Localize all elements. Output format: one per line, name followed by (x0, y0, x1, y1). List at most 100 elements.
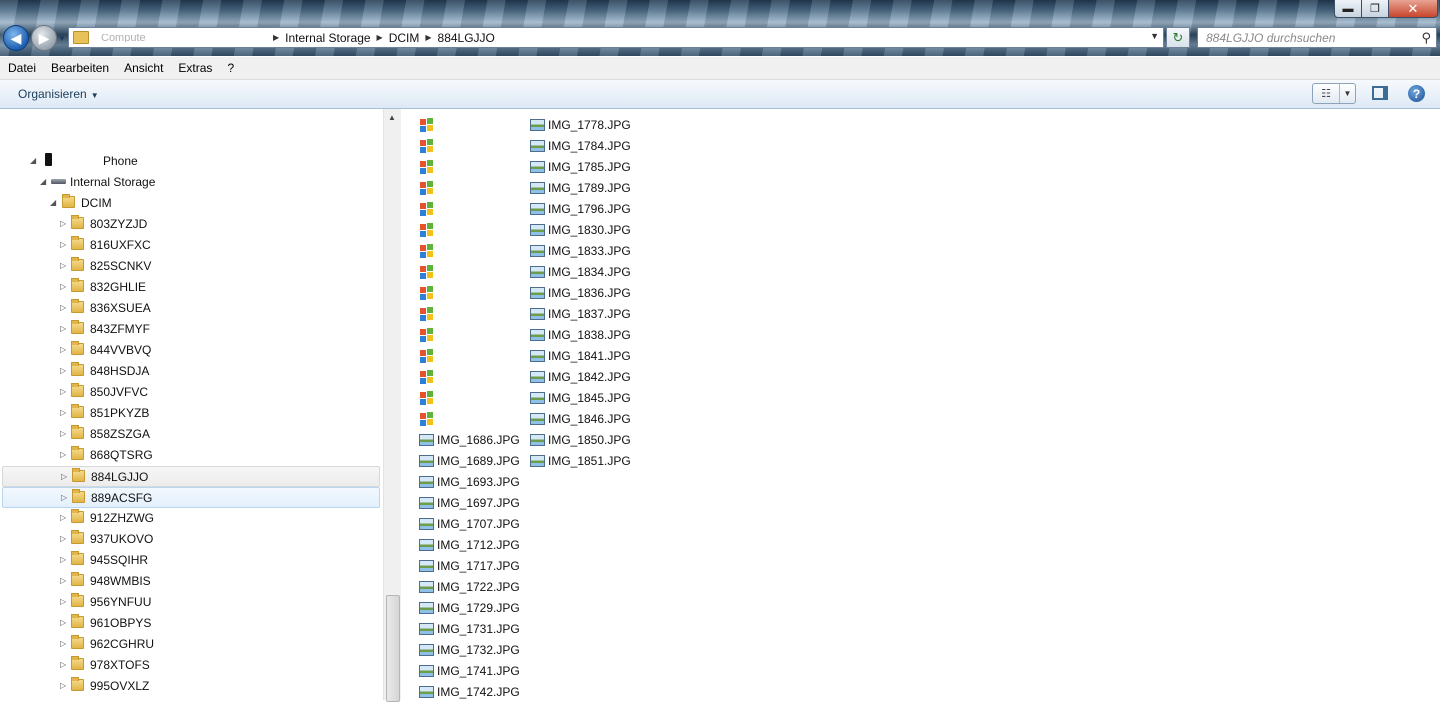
breadcrumb-current-folder[interactable]: 884LGJJO (434, 31, 499, 45)
tree-item-dcim[interactable]: ◢ DCIM (0, 193, 380, 214)
file-item[interactable]: IMG_1732.JPG (419, 640, 520, 659)
tree-collapsed-arrow-icon[interactable]: ▷ (60, 660, 66, 669)
back-button[interactable]: ◀ (3, 25, 29, 51)
scrollbar-thumb[interactable] (386, 595, 400, 702)
file-item-unnamed[interactable] (418, 388, 434, 407)
menu-bearbeiten[interactable]: Bearbeiten (43, 61, 116, 75)
tree-collapsed-arrow-icon[interactable]: ▷ (60, 261, 66, 270)
breadcrumb-separator-icon[interactable]: ▶ (423, 33, 433, 42)
menu-datei[interactable]: Datei (0, 61, 43, 75)
tree-item-hidden[interactable] (0, 109, 380, 130)
tree-collapsed-arrow-icon[interactable]: ▷ (60, 366, 66, 375)
tree-expanded-arrow-icon[interactable]: ◢ (40, 177, 46, 186)
tree-item-folder[interactable]: ▷ 912ZHZWG (0, 508, 380, 529)
file-item-unnamed[interactable] (418, 367, 434, 386)
tree-collapsed-arrow-icon[interactable]: ▷ (60, 345, 66, 354)
file-item[interactable]: IMG_1789.JPG (530, 178, 631, 197)
file-item[interactable]: IMG_1784.JPG (530, 136, 631, 155)
file-item[interactable]: IMG_1830.JPG (530, 220, 631, 239)
menu-extras[interactable]: Extras (170, 61, 219, 75)
tree-item-folder[interactable]: ▷ 850JVFVC (0, 382, 380, 403)
menu-help[interactable]: ? (219, 61, 241, 75)
search-icon[interactable]: ⚲ (1421, 30, 1431, 46)
forward-button[interactable]: ▶ (31, 25, 57, 51)
file-item[interactable]: IMG_1722.JPG (419, 577, 520, 596)
address-bar[interactable]: Compute ▶ Internal Storage ▶ DCIM ▶ 884L… (68, 27, 1164, 48)
file-item-unnamed[interactable] (418, 241, 434, 260)
breadcrumb-separator-icon[interactable]: ▶ (271, 33, 281, 42)
tree-item-folder[interactable]: ▷ 978XTOFS (0, 655, 380, 676)
file-item[interactable]: IMG_1693.JPG (419, 472, 520, 491)
tree-collapsed-arrow-icon[interactable]: ▷ (60, 282, 66, 291)
file-item-unnamed[interactable] (418, 283, 434, 302)
file-item[interactable]: IMG_1729.JPG (419, 598, 520, 617)
tree-collapsed-arrow-icon[interactable]: ▷ (60, 597, 66, 606)
tree-item-folder[interactable]: ▷ 948WMBIS (0, 571, 380, 592)
file-item[interactable]: IMG_1838.JPG (530, 325, 631, 344)
tree-item-folder[interactable]: ▷ 825SCNKV (0, 256, 380, 277)
navigation-pane[interactable]: ◢ Phone ◢ Internal Storage ◢ DCIM ▷ 803ZY… (0, 109, 383, 700)
file-item[interactable]: IMG_1686.JPG (419, 430, 520, 449)
search-input[interactable] (1204, 29, 1418, 46)
tree-collapsed-arrow-icon[interactable]: ▷ (60, 408, 66, 417)
breadcrumb-dcim[interactable]: DCIM (385, 31, 424, 45)
tree-collapsed-arrow-icon[interactable]: ▷ (60, 240, 66, 249)
tree-collapsed-arrow-icon[interactable]: ▷ (60, 534, 66, 543)
tree-item-folder[interactable]: ▷ 962CGHRU (0, 634, 380, 655)
file-item[interactable]: IMG_1712.JPG (419, 535, 520, 554)
tree-item-folder[interactable]: ▷ 832GHLIE (0, 277, 380, 298)
refresh-button[interactable]: ↻ (1166, 27, 1190, 48)
tree-collapsed-arrow-icon[interactable]: ▷ (60, 450, 66, 459)
tree-item-folder[interactable]: ▷ 956YNFUU (0, 592, 380, 613)
file-item-unnamed[interactable] (418, 346, 434, 365)
tree-item-folder[interactable]: ▷ 858ZSZGA (0, 424, 380, 445)
file-item[interactable]: IMG_1778.JPG (530, 115, 631, 134)
file-list-pane[interactable]: IMG_1686.JPG IMG_1689.JPG IMG_1693.JPG IMG_… (401, 109, 1440, 700)
tree-item-folder[interactable]: ▷ 816UXFXC (0, 235, 380, 256)
file-item-unnamed[interactable] (418, 409, 434, 428)
file-item[interactable]: IMG_1846.JPG (530, 409, 631, 428)
tree-collapsed-arrow-icon[interactable]: ▷ (60, 324, 66, 333)
tree-collapsed-arrow-icon[interactable]: ▷ (60, 303, 66, 312)
file-item[interactable]: IMG_1841.JPG (530, 346, 631, 365)
search-box[interactable]: ⚲ (1197, 27, 1437, 48)
file-item-unnamed[interactable] (418, 262, 434, 281)
tree-item-internal-storage[interactable]: ◢ Internal Storage (0, 172, 380, 193)
file-item-unnamed[interactable] (418, 157, 434, 176)
file-item[interactable]: IMG_1837.JPG (530, 304, 631, 323)
view-list-icon[interactable]: ☷ (1313, 84, 1340, 103)
tree-collapsed-arrow-icon[interactable]: ▷ (60, 387, 66, 396)
file-item[interactable]: IMG_1717.JPG (419, 556, 520, 575)
tree-item-folder[interactable]: ▷ 844VVBVQ (0, 340, 380, 361)
file-item[interactable]: IMG_1834.JPG (530, 262, 631, 281)
address-dropdown-icon[interactable]: ▼ (1150, 31, 1159, 41)
file-item[interactable]: IMG_1741.JPG (419, 661, 520, 680)
tree-collapsed-arrow-icon[interactable]: ▷ (61, 493, 67, 502)
file-item[interactable]: IMG_1836.JPG (530, 283, 631, 302)
tree-item-phone[interactable]: ◢ Phone (0, 151, 380, 172)
file-item[interactable]: IMG_1689.JPG (419, 451, 520, 470)
file-item[interactable]: IMG_1842.JPG (530, 367, 631, 386)
tree-collapsed-arrow-icon[interactable]: ▷ (60, 576, 66, 585)
maximize-button[interactable]: ❐ (1361, 0, 1389, 18)
tree-item-folder[interactable]: ▷ 961OBPYS (0, 613, 380, 634)
navigation-scrollbar[interactable]: ▲ (383, 109, 401, 702)
help-button[interactable]: ? (1408, 85, 1425, 102)
tree-item-folder[interactable]: ▷ 937UKOVO (0, 529, 380, 550)
tree-item-folder[interactable]: ▷ 995OVXLZ (0, 676, 380, 697)
menu-ansicht[interactable]: Ansicht (116, 61, 170, 75)
file-item-unnamed[interactable] (418, 220, 434, 239)
file-item[interactable]: IMG_1785.JPG (530, 157, 631, 176)
tree-expanded-arrow-icon[interactable]: ◢ (50, 198, 56, 207)
file-item[interactable]: IMG_1850.JPG (530, 430, 631, 449)
breadcrumb-internal-storage[interactable]: Internal Storage (281, 31, 374, 45)
tree-expanded-arrow-icon[interactable]: ◢ (30, 156, 36, 165)
file-item[interactable]: IMG_1851.JPG (530, 451, 631, 470)
tree-item-folder[interactable]: ▷ 868QTSRG (0, 445, 380, 466)
file-item[interactable]: IMG_1707.JPG (419, 514, 520, 533)
file-item[interactable]: IMG_1833.JPG (530, 241, 631, 260)
file-item-unnamed[interactable] (418, 304, 434, 323)
tree-item-folder[interactable]: ▷ 884LGJJO (2, 466, 380, 487)
tree-item-folder[interactable]: ▷ 889ACSFG (2, 487, 380, 508)
tree-collapsed-arrow-icon[interactable]: ▷ (60, 555, 66, 564)
